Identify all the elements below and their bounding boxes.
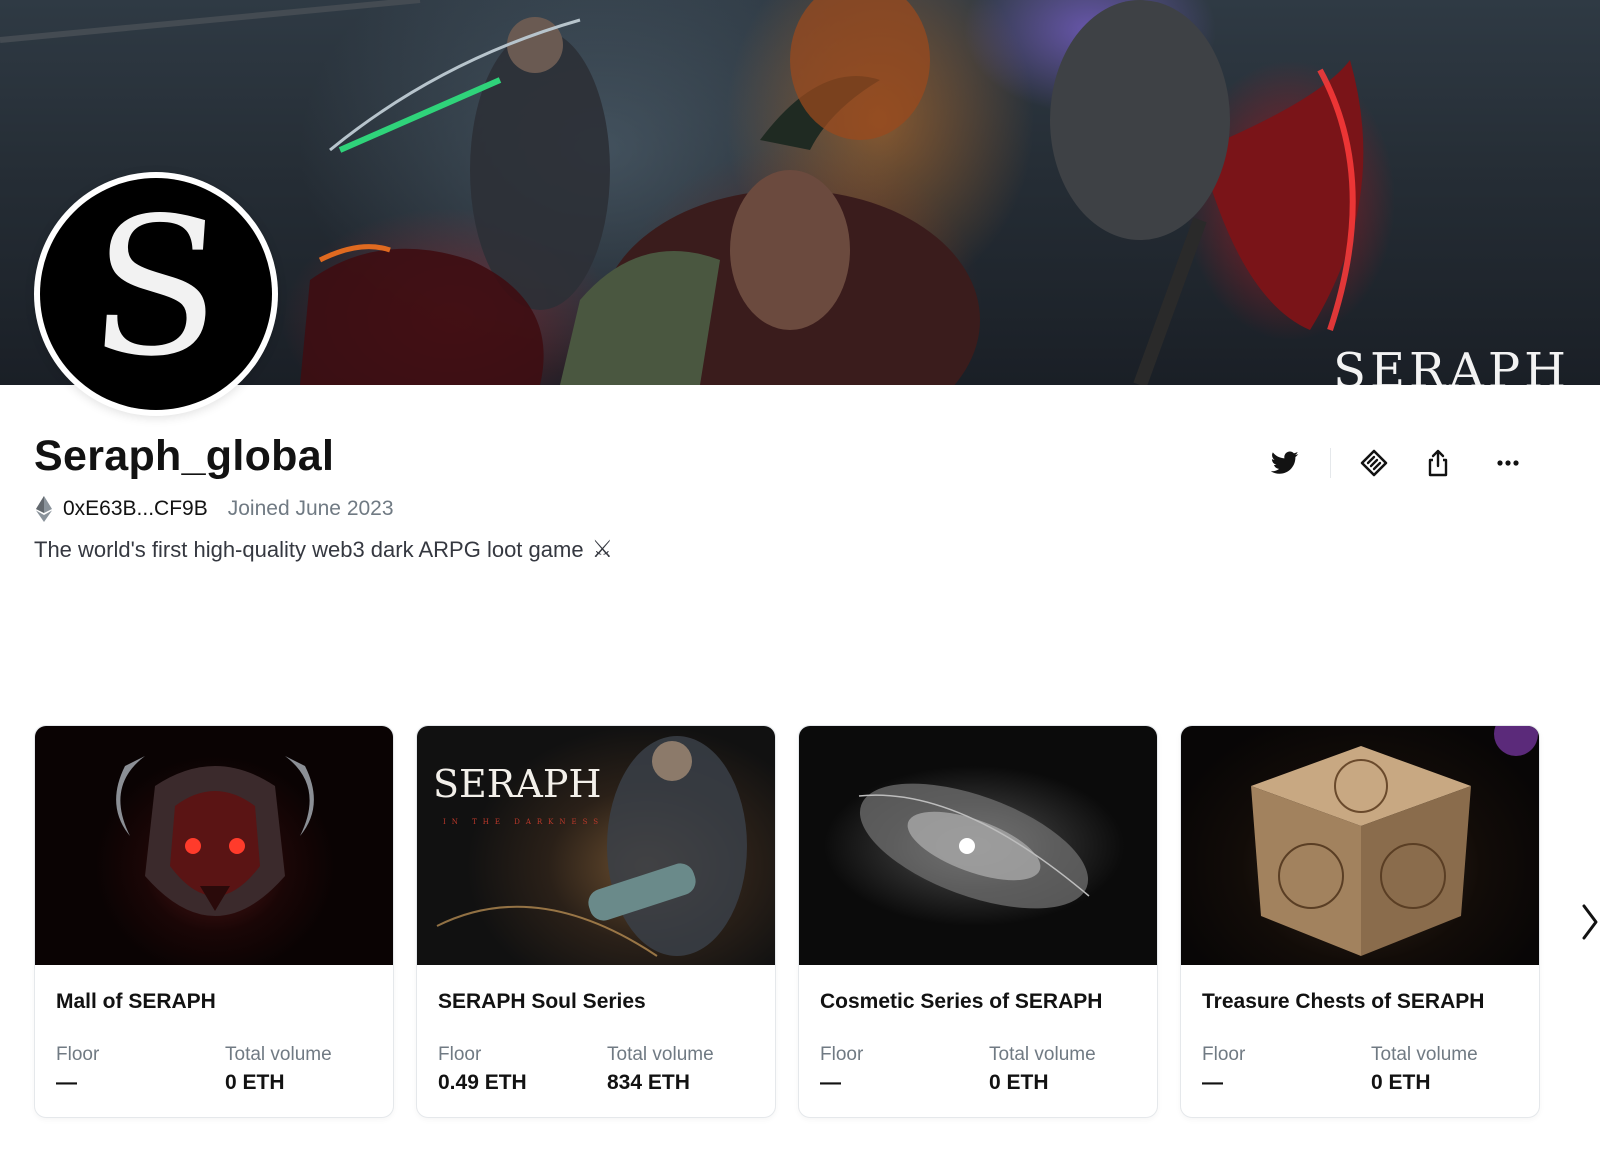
actions-divider	[1330, 448, 1331, 478]
floor-value: —	[56, 1071, 77, 1094]
floor-label: Floor	[438, 1044, 482, 1065]
collection-image-subtitle: IN THE DARKNESS	[443, 818, 605, 826]
profile-meta: 0xE63B...CF9B Joined June 2023	[34, 496, 394, 522]
volume-label: Total volume	[1371, 1044, 1478, 1065]
collection-avatar: S	[34, 172, 278, 416]
offer-icon[interactable]	[1351, 440, 1397, 486]
collection-card[interactable]: Treasure Chests of SERAPH Floor Total vo…	[1180, 725, 1540, 1118]
bio-text: The world's first high-quality web3 dark…	[34, 536, 584, 562]
ethereum-icon	[34, 496, 54, 522]
twitter-icon[interactable]	[1262, 440, 1308, 486]
volume-value: 0 ETH	[989, 1071, 1049, 1094]
collection-card[interactable]: SERAPH IN THE DARKNESS SERAPH Soul Serie…	[416, 725, 776, 1118]
collection-title: Cosmetic Series of SERAPH	[820, 990, 1103, 1013]
volume-value: 0 ETH	[1371, 1071, 1431, 1094]
collection-image	[1181, 726, 1539, 965]
chevron-right-icon[interactable]	[1580, 900, 1600, 944]
floor-value: —	[1202, 1071, 1223, 1094]
profile-name: Seraph_global	[34, 432, 335, 480]
collection-image	[35, 726, 393, 965]
volume-value: 0 ETH	[225, 1071, 285, 1094]
share-icon[interactable]	[1415, 440, 1461, 486]
joined-date: Joined June 2023	[227, 497, 394, 520]
collection-card[interactable]: Mall of SERAPH Floor Total volume — 0 ET…	[34, 725, 394, 1118]
volume-label: Total volume	[607, 1044, 714, 1065]
banner-watermark: SERAPH	[1333, 343, 1570, 385]
avatar-logo: S	[83, 178, 229, 398]
volume-label: Total volume	[225, 1044, 332, 1065]
volume-label: Total volume	[989, 1044, 1096, 1065]
collection-title: Mall of SERAPH	[56, 990, 216, 1013]
collection-image-title: SERAPH	[433, 762, 602, 806]
floor-label: Floor	[1202, 1044, 1246, 1065]
crossed-swords-icon: ⚔	[591, 536, 614, 563]
more-icon[interactable]	[1485, 440, 1531, 486]
floor-label: Floor	[56, 1044, 100, 1065]
floor-value: 0.49 ETH	[438, 1071, 527, 1094]
wallet-address[interactable]: 0xE63B...CF9B	[63, 497, 208, 521]
floor-label: Floor	[820, 1044, 864, 1065]
collection-image: SERAPH IN THE DARKNESS	[417, 726, 775, 965]
profile-bio: The world's first high-quality web3 dark…	[34, 535, 613, 564]
profile-actions	[1262, 440, 1531, 486]
volume-value: 834 ETH	[607, 1071, 690, 1094]
collection-title: Treasure Chests of SERAPH	[1202, 990, 1485, 1013]
collection-title: SERAPH Soul Series	[438, 990, 646, 1013]
collection-image	[799, 726, 1157, 965]
floor-value: —	[820, 1071, 841, 1094]
collection-card[interactable]: Cosmetic Series of SERAPH Floor Total vo…	[798, 725, 1158, 1118]
